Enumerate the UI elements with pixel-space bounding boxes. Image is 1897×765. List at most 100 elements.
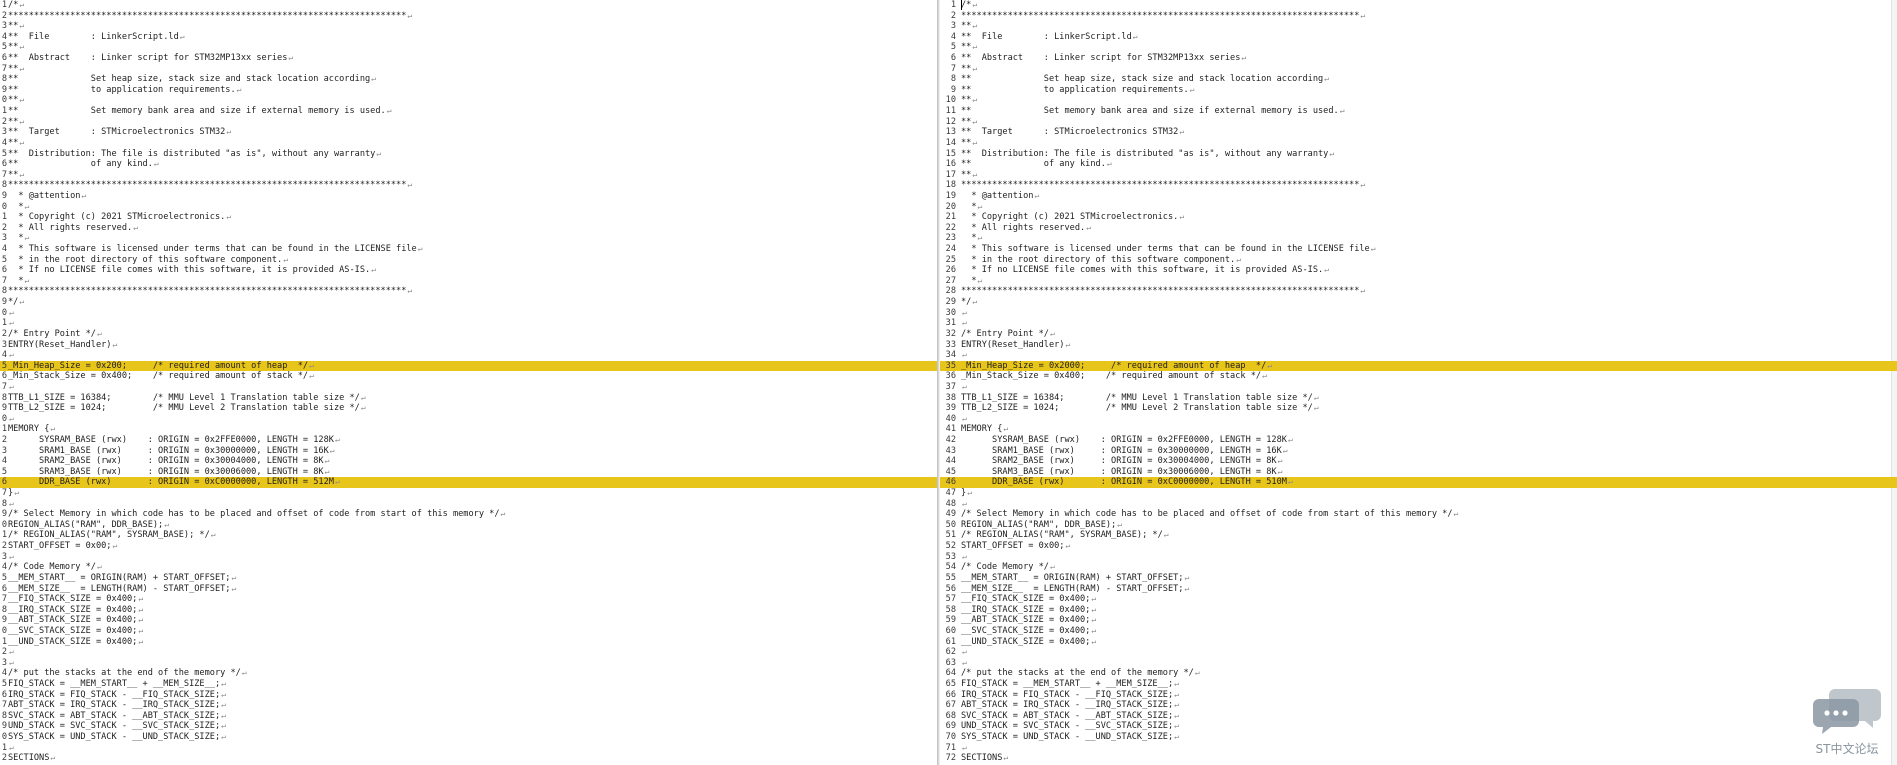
code-line[interactable]: 13 ** Target : STMicroelectronics STM32↵ (940, 127, 1897, 138)
code-line[interactable]: 3**↵ (940, 21, 1897, 32)
code-line[interactable]: 0 ↵ (0, 414, 937, 425)
code-line[interactable]: 2 ↵ (0, 647, 937, 658)
code-line[interactable]: 34 ↵ (940, 350, 1897, 361)
code-line[interactable]: 3ENTRY(Reset_Handler)↵ (0, 340, 937, 351)
code-line[interactable]: 36 _Min_Stack_Size = 0x400; /* required a… (940, 371, 1897, 382)
code-line[interactable]: 0SYS_STACK = UND_STACK - __UND_STACK_SIZ… (0, 732, 937, 743)
code-line[interactable]: 4/* put the stacks at the end of the mem… (0, 668, 937, 679)
code-line[interactable]: 22 * All rights reserved.↵ (940, 223, 1897, 234)
code-line[interactable]: 37 ↵ (940, 382, 1897, 393)
code-line[interactable]: 32 /* Entry Point */↵ (940, 329, 1897, 340)
code-line[interactable]: 14 **↵ (940, 138, 1897, 149)
code-line[interactable]: 0__SVC_STACK_SIZE = 0x400;↵ (0, 626, 937, 637)
code-line[interactable]: 33 ENTRY(Reset_Handler)↵ (940, 340, 1897, 351)
code-line[interactable]: 26 * If no LICENSE file comes with this … (940, 265, 1897, 276)
code-line[interactable]: 67 ABT_STACK = IRQ_STACK - __IRQ_STACK_SI… (940, 700, 1897, 711)
code-line[interactable]: 9TTB_L2_SIZE = 1024; /* MMU Level 2 Tran… (0, 403, 937, 414)
code-line[interactable]: 56 __MEM_SIZE__ = LENGTH(RAM) - START_OFF… (940, 584, 1897, 595)
code-line[interactable]: 5__MEM_START__ = ORIGIN(RAM) + START_OFF… (0, 573, 937, 584)
code-line[interactable]: 7 **↵ (940, 64, 1897, 75)
code-line[interactable]: 3**↵ (0, 21, 937, 32)
code-line[interactable]: 9 * @attention↵ (0, 191, 937, 202)
code-line[interactable]: 61 __UND_STACK_SIZE = 0x400;↵ (940, 637, 1897, 648)
code-line[interactable]: 59 __ABT_STACK_SIZE = 0x400;↵ (940, 615, 1897, 626)
code-line[interactable]: 9/* Select Memory in which code has to b… (0, 509, 937, 520)
code-line[interactable]: 15 ** Distribution: The file is distribut… (940, 149, 1897, 160)
code-line[interactable]: 66 IRQ_STACK = FIQ_STACK - __FIQ_STACK_SI… (940, 690, 1897, 701)
code-line[interactable]: 7 ↵ (0, 382, 937, 393)
code-line[interactable]: 3 ↵ (0, 658, 937, 669)
code-line[interactable]: 42 SYSRAM_BASE (rwx) : ORIGIN = 0x2FFE00… (940, 435, 1897, 446)
code-line[interactable]: 7 *↵ (0, 276, 937, 287)
code-line[interactable]: 6__MEM_SIZE__ = LENGTH(RAM) - START_OFFS… (0, 584, 937, 595)
code-line[interactable]: 70 SYS_STACK = UND_STACK - __UND_STACK_SI… (940, 732, 1897, 743)
highlighted-diff-line[interactable]: 5_Min_Heap_Size = 0x200; /* required amo… (0, 360, 937, 372)
code-line[interactable]: 4 ↵ (0, 350, 937, 361)
code-line[interactable]: 17 **↵ (940, 170, 1897, 181)
code-line[interactable]: 1 * Copyright (c) 2021 STMicroelectronic… (0, 212, 937, 223)
code-line[interactable]: 72 SECTIONS↵ (940, 753, 1897, 764)
code-line[interactable]: 65 FIQ_STACK = __MEM_START__ + __MEM_SIZE… (940, 679, 1897, 690)
code-line[interactable]: 1__UND_STACK_SIZE = 0x400;↵ (0, 637, 937, 648)
code-line[interactable]: 6IRQ_STACK = FIQ_STACK - __FIQ_STACK_SIZ… (0, 690, 937, 701)
code-line[interactable]: 6** of any kind.↵ (0, 159, 937, 170)
code-line[interactable]: 4** File : LinkerScript.ld↵ (0, 32, 937, 43)
code-line[interactable]: 3 SRAM1_BASE (rwx) : ORIGIN = 0x30000000… (0, 446, 937, 457)
code-line[interactable]: 1MEMORY {↵ (0, 424, 937, 435)
code-line[interactable]: 69 UND_STACK = SVC_STACK - __SVC_STACK_SI… (940, 721, 1897, 732)
code-line[interactable]: 6 * If no LICENSE file comes with this s… (0, 265, 937, 276)
code-line[interactable]: 4 SRAM2_BASE (rwx) : ORIGIN = 0x30004000… (0, 456, 937, 467)
code-line[interactable]: 3 *↵ (0, 233, 937, 244)
code-line[interactable]: 8 ↵ (0, 499, 937, 510)
code-line[interactable]: 1** Set memory bank area and size if ext… (0, 106, 937, 117)
code-line[interactable]: 9UND_STACK = SVC_STACK - __SVC_STACK_SIZ… (0, 721, 937, 732)
code-line[interactable]: 52 START_OFFSET = 0x00;↵ (940, 541, 1897, 552)
code-line[interactable]: 71 ↵ (940, 743, 1897, 754)
code-line[interactable]: 47}↵ (940, 488, 1897, 499)
code-line[interactable]: 1 /*↵ (940, 0, 1897, 11)
code-line[interactable]: 51 /* REGION_ALIAS("RAM", SYSRAM_BASE); *… (940, 530, 1897, 541)
code-line[interactable]: 0 *↵ (0, 202, 937, 213)
code-line[interactable]: 25 * in the root directory of this softw… (940, 255, 1897, 266)
code-line[interactable]: 48 ↵ (940, 499, 1897, 510)
code-line[interactable]: 6** Abstract : Linker script for STM32MP… (940, 53, 1897, 64)
code-line[interactable]: 41 MEMORY {↵ (940, 424, 1897, 435)
code-line[interactable]: 4 * This software is licensed under term… (0, 244, 937, 255)
code-line[interactable]: 50 REGION_ALIAS("RAM", DDR_BASE);↵ (940, 520, 1897, 531)
code-line[interactable]: 63 ↵ (940, 658, 1897, 669)
code-line[interactable]: 7}↵ (0, 488, 937, 499)
code-line[interactable]: 0REGION_ALIAS("RAM", DDR_BASE);↵ (0, 520, 937, 531)
code-line[interactable]: 44 SRAM2_BASE (rwx) : ORIGIN = 0x3000400… (940, 456, 1897, 467)
code-line[interactable]: 2***************************************… (940, 11, 1897, 22)
code-line[interactable]: 3** Target : STMicroelectronics STM32↵ (0, 127, 937, 138)
code-line[interactable]: 4** File : LinkerScript.ld↵ (940, 32, 1897, 43)
code-line[interactable]: 2/* Entry Point */↵ (0, 329, 937, 340)
code-line[interactable]: 9** to application requirements.↵ (0, 85, 937, 96)
code-line[interactable]: 2 * All rights reserved.↵ (0, 223, 937, 234)
code-line[interactable]: 4/* Code Memory */↵ (0, 562, 937, 573)
code-line[interactable]: 3 ↵ (0, 552, 937, 563)
code-line[interactable]: 9__ABT_STACK_SIZE = 0x400;↵ (0, 615, 937, 626)
highlighted-diff-line[interactable]: 6 DDR_BASE (rwx) : ORIGIN = 0xC0000000, … (0, 477, 937, 489)
code-line[interactable]: 57 __FIQ_STACK_SIZE = 0x400;↵ (940, 594, 1897, 605)
code-line[interactable]: 2 SYSRAM_BASE (rwx) : ORIGIN = 0x2FFE000… (0, 435, 937, 446)
code-line[interactable]: 58 __IRQ_STACK_SIZE = 0x400;↵ (940, 605, 1897, 616)
code-line[interactable]: 68 SVC_STACK = ABT_STACK - __ABT_STACK_SI… (940, 711, 1897, 722)
code-line[interactable]: 55 __MEM_START__ = ORIGIN(RAM) + START_OF… (940, 573, 1897, 584)
code-line[interactable]: 1 ↵ (0, 743, 937, 754)
code-line[interactable]: 5 **↵ (940, 42, 1897, 53)
code-line[interactable]: 2***************************************… (0, 11, 937, 22)
code-line[interactable]: 45 SRAM3_BASE (rwx) : ORIGIN = 0x3000600… (940, 467, 1897, 478)
code-line[interactable]: 9*/↵ (0, 297, 937, 308)
code-line[interactable]: 5FIQ_STACK = __MEM_START__ + __MEM_SIZE_… (0, 679, 937, 690)
code-line[interactable]: 6** Abstract : Linker script for STM32MP… (0, 53, 937, 64)
highlighted-diff-line[interactable]: 46 DDR_BASE (rwx) : ORIGIN = 0xC0000000,… (940, 477, 1897, 489)
code-line[interactable]: 0**↵ (0, 95, 937, 106)
left-editor-pane[interactable]: 1/*↵ 2***********************************… (0, 0, 937, 765)
code-line[interactable]: 28 **************************************… (940, 286, 1897, 297)
code-line[interactable]: 29 */↵ (940, 297, 1897, 308)
code-line[interactable]: 49 /* Select Memory in which code has to … (940, 509, 1897, 520)
code-line[interactable]: 11 ** Set memory bank area and size if ex… (940, 106, 1897, 117)
code-line[interactable]: 6_Min_Stack_Size = 0x400; /* required am… (0, 371, 937, 382)
code-line[interactable]: 64 /* put the stacks at the end of the me… (940, 668, 1897, 679)
